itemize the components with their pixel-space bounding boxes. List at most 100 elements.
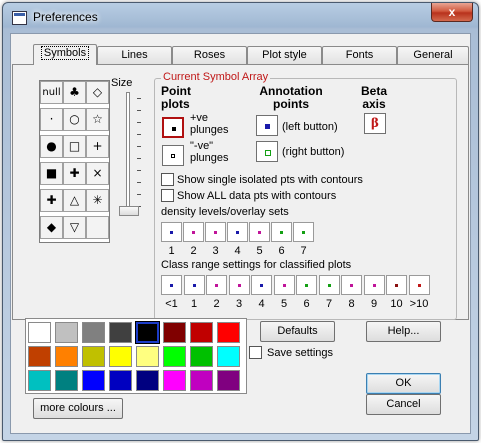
colour-swatch[interactable]	[82, 370, 105, 391]
colour-swatch[interactable]	[163, 346, 186, 367]
density-cell[interactable]	[293, 222, 314, 242]
symbol-cell[interactable]	[86, 216, 109, 239]
tab-lines[interactable]: Lines	[97, 46, 172, 64]
symbol-cell[interactable]: ✚	[63, 162, 86, 185]
class-cell[interactable]	[161, 275, 182, 295]
symbol-cell[interactable]: ·	[40, 108, 63, 131]
symbol-cell[interactable]: ■	[40, 162, 63, 185]
annotation-right-button-symbol[interactable]	[256, 141, 278, 162]
colour-swatch[interactable]	[55, 346, 78, 367]
colour-swatch[interactable]	[190, 322, 213, 343]
colour-swatch[interactable]	[82, 322, 105, 343]
symbol-cell[interactable]: ●	[40, 135, 63, 158]
class-cell[interactable]	[273, 275, 295, 295]
save-settings-label: Save settings	[267, 347, 334, 359]
symbol-cell[interactable]: ✚	[40, 189, 63, 212]
annotation-points-header: Annotation points	[259, 84, 323, 111]
title-bar[interactable]: Preferences x	[3, 3, 478, 33]
colour-dot-icon	[395, 284, 398, 287]
density-levels-label: density levels/overlay sets	[161, 206, 289, 218]
symbol-cell[interactable]: null	[40, 81, 63, 104]
size-slider-track[interactable]	[126, 92, 130, 212]
cancel-button[interactable]: Cancel	[366, 394, 441, 415]
tab-roses[interactable]: Roses	[172, 46, 247, 64]
class-cell[interactable]	[183, 275, 205, 295]
density-cell[interactable]	[183, 222, 204, 242]
class-cell[interactable]	[363, 275, 385, 295]
class-cell[interactable]	[341, 275, 362, 295]
colour-swatch[interactable]	[190, 370, 213, 391]
symbol-cell[interactable]: ▽	[63, 216, 86, 239]
density-cell[interactable]	[271, 222, 292, 242]
app-window-icon	[12, 11, 27, 25]
colour-swatch[interactable]	[136, 370, 159, 391]
defaults-button[interactable]: Defaults	[260, 321, 335, 342]
close-button[interactable]: x	[431, 3, 473, 22]
colour-swatch[interactable]	[217, 346, 240, 367]
class-number: 4	[258, 298, 265, 310]
colour-dot-icon	[192, 284, 196, 287]
symbol-cell[interactable]: +	[86, 135, 109, 158]
size-slider-thumb[interactable]	[119, 206, 139, 216]
colour-swatch[interactable]	[136, 346, 159, 367]
colour-swatch[interactable]	[55, 370, 78, 391]
positive-plunge-symbol-button[interactable]	[162, 117, 184, 138]
density-cell[interactable]	[205, 222, 226, 242]
class-cell[interactable]	[386, 275, 407, 295]
more-colours-button[interactable]: more colours ...	[33, 398, 123, 419]
show-all-checkbox[interactable]	[161, 189, 174, 202]
colour-swatch[interactable]	[163, 370, 186, 391]
annotation-left-button-symbol[interactable]	[256, 115, 278, 136]
class-cell[interactable]	[251, 275, 272, 295]
colour-swatch[interactable]	[55, 322, 78, 343]
symbol-cell[interactable]: ×	[86, 162, 109, 185]
symbol-cell[interactable]: ◇	[86, 81, 109, 104]
symbol-cell[interactable]: ✳	[86, 189, 109, 212]
symbol-cell[interactable]: □	[63, 135, 86, 158]
density-cell[interactable]	[161, 222, 182, 242]
class-cell[interactable]	[228, 275, 250, 295]
symbol-grid: null ♣ ◇ · ○ ☆ ● □ + ■ ✚ × ✚ △ ✳ ◆ ▽	[39, 80, 110, 243]
save-settings-checkbox[interactable]	[249, 346, 262, 359]
class-cell[interactable]	[206, 275, 227, 295]
slider-tick	[137, 134, 141, 135]
negative-plunge-symbol-button[interactable]	[162, 145, 184, 166]
colour-swatch[interactable]	[135, 321, 160, 344]
colour-swatch[interactable]	[109, 322, 132, 343]
window-title: Preferences	[33, 10, 98, 24]
colour-swatch[interactable]	[109, 346, 132, 367]
symbol-cell[interactable]: ☆	[86, 108, 109, 131]
class-cell[interactable]	[296, 275, 317, 295]
negative-plunge-label: "-ve" plunges	[190, 140, 229, 164]
help-button[interactable]: Help...	[366, 321, 441, 342]
beta-axis-symbol-button[interactable]: β	[364, 113, 386, 134]
density-cell[interactable]	[249, 222, 270, 242]
beta-axis-header: Beta axis	[360, 84, 387, 111]
colour-dot-icon	[214, 231, 217, 234]
colour-palette	[25, 318, 247, 394]
tab-plot-style[interactable]: Plot style	[247, 46, 322, 64]
density-cell[interactable]	[227, 222, 248, 242]
colour-swatch[interactable]	[217, 322, 240, 343]
class-cell[interactable]	[318, 275, 340, 295]
colour-swatch[interactable]	[217, 370, 240, 391]
colour-swatch[interactable]	[28, 322, 51, 343]
square-blue-icon	[265, 124, 270, 129]
colour-swatch[interactable]	[190, 346, 213, 367]
colour-swatch[interactable]	[28, 370, 51, 391]
class-cell[interactable]	[408, 275, 430, 295]
colour-swatch[interactable]	[163, 322, 186, 343]
tab-fonts[interactable]: Fonts	[322, 46, 397, 64]
tab-symbols[interactable]: Symbols	[33, 44, 97, 65]
symbol-cell[interactable]: ○	[63, 108, 86, 131]
colour-swatch[interactable]	[82, 346, 105, 367]
colour-swatch[interactable]	[109, 370, 132, 391]
symbol-cell[interactable]: ♣	[63, 81, 86, 104]
tab-general[interactable]: General	[397, 46, 469, 64]
symbol-cell[interactable]: ◆	[40, 216, 63, 239]
colour-dot-icon	[237, 284, 241, 287]
colour-swatch[interactable]	[28, 346, 51, 367]
symbol-cell[interactable]: △	[63, 189, 86, 212]
show-single-checkbox[interactable]	[161, 173, 174, 186]
ok-button[interactable]: OK	[366, 373, 441, 394]
